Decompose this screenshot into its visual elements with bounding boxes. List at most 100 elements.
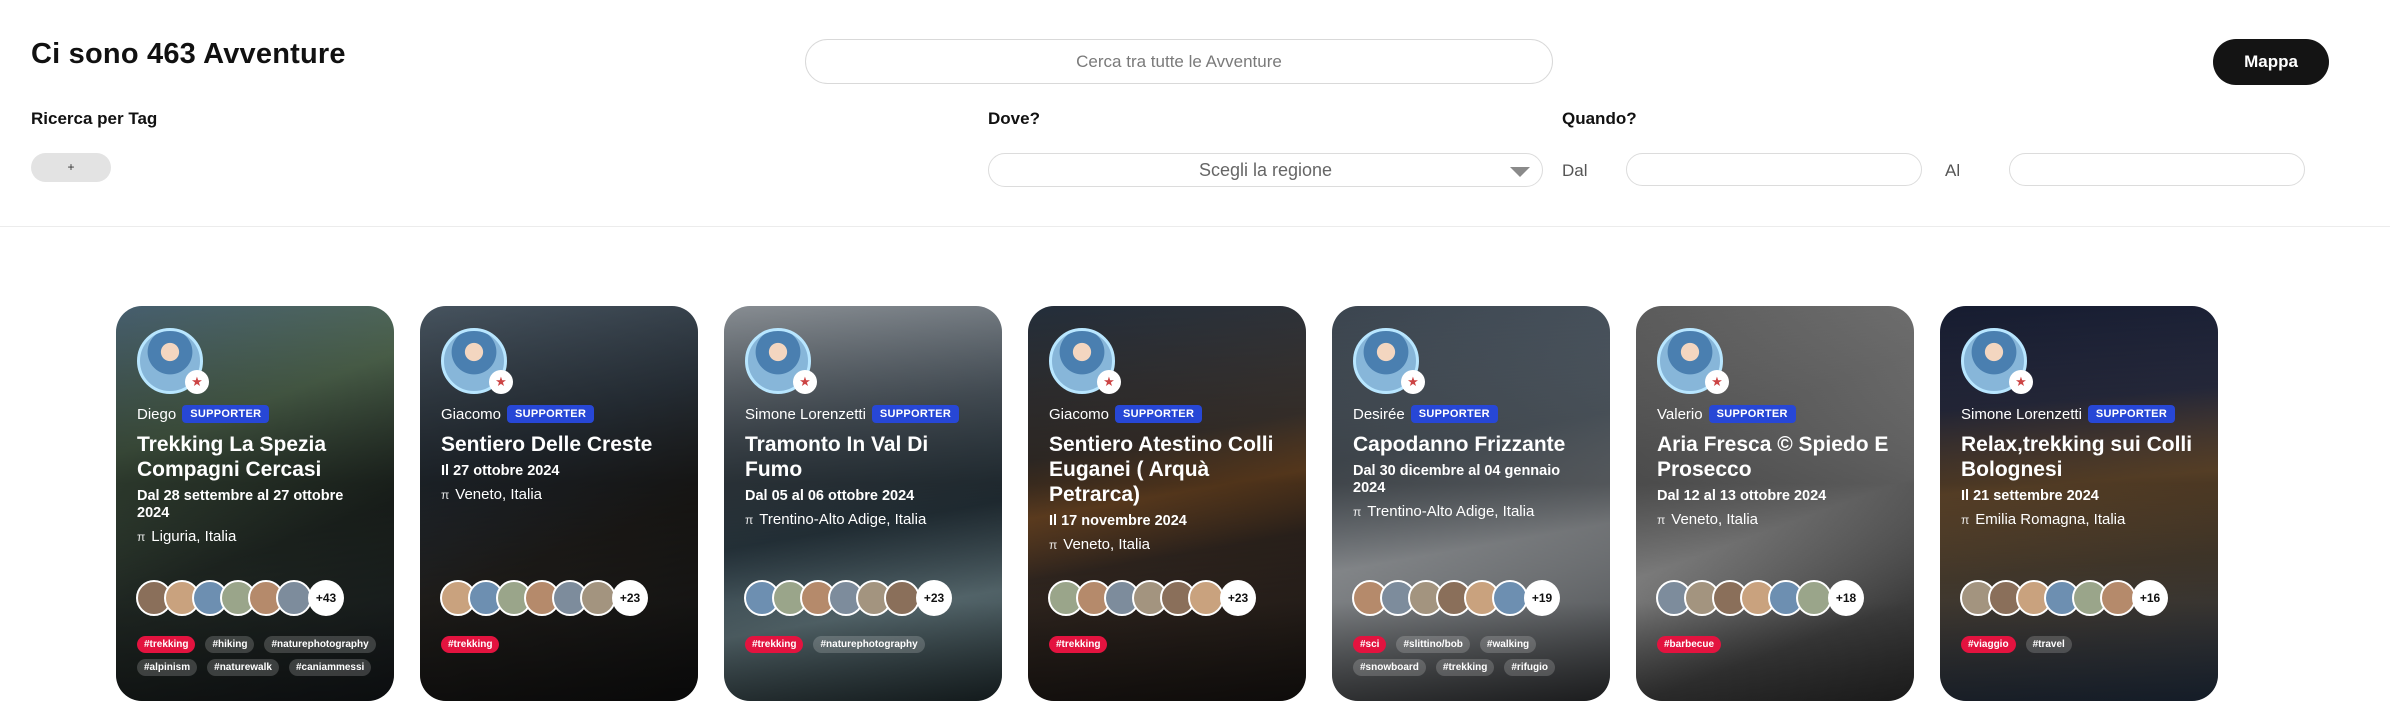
organizer-name[interactable]: Desirée <box>1353 406 1405 423</box>
card-location: π Veneto, Italia <box>1049 536 1289 553</box>
region-select-value: Scegli la regione <box>1198 160 1333 180</box>
location-pin-icon: π <box>441 487 450 502</box>
supporter-badge: SUPPORTER <box>1410 405 1498 423</box>
card-location-text: Trentino-Alto Adige, Italia <box>759 511 927 528</box>
tag-chip[interactable]: #trekking <box>441 636 500 653</box>
location-pin-icon: π <box>745 512 754 527</box>
tag-chip[interactable]: #sci <box>1353 636 1387 653</box>
organizer-row: Diego SUPPORTER <box>137 405 270 423</box>
from-date-input[interactable] <box>1626 153 1922 186</box>
organizer-row: Simone Lorenzetti SUPPORTER <box>1961 405 2176 423</box>
card-date: Il 27 ottobre 2024 <box>441 463 560 479</box>
tag-chip[interactable]: #alpinism <box>137 659 198 676</box>
participants-row[interactable]: +23 <box>1048 580 1256 616</box>
organizer-name[interactable]: Giacomo <box>441 406 501 423</box>
tag-chip[interactable]: #naturewalk <box>207 659 279 676</box>
tag-chip[interactable]: #barbecue <box>1657 636 1722 653</box>
add-tag-button[interactable]: + <box>31 153 111 182</box>
adventure-card[interactable]: ★ Valerio SUPPORTER Aria Fresca © Spiedo E … <box>1636 306 1914 701</box>
card-location-text: Veneto, Italia <box>1671 511 1759 528</box>
more-participants-count[interactable]: +43 <box>308 580 344 616</box>
organizer-name[interactable]: Valerio <box>1657 406 1703 423</box>
tag-chip[interactable]: #hiking <box>205 636 255 653</box>
tag-chip[interactable]: #trekking <box>1049 636 1108 653</box>
participants-row[interactable]: +43 <box>136 580 344 616</box>
map-button[interactable]: Mappa <box>2213 39 2329 85</box>
card-title[interactable]: Capodanno Frizzante <box>1353 432 1593 457</box>
organizer-row: Giacomo SUPPORTER <box>441 405 595 423</box>
to-date-input[interactable] <box>2009 153 2305 186</box>
location-pin-icon: π <box>1353 504 1362 519</box>
adventure-card[interactable]: ★ Giacomo SUPPORTER Sentiero Delle Creste Il… <box>420 306 698 701</box>
organizer-row: Valerio SUPPORTER <box>1657 405 1796 423</box>
card-details: Capodanno Frizzante Dal 30 dicembre al 04… <box>1353 432 1593 520</box>
card-title[interactable]: Sentiero Atestino Colli Euganei ( Arquà … <box>1049 432 1289 507</box>
more-participants-count[interactable]: +23 <box>612 580 648 616</box>
participants-row[interactable]: +18 <box>1656 580 1864 616</box>
participants-row[interactable]: +16 <box>1960 580 2168 616</box>
card-location: π Liguria, Italia <box>137 528 377 545</box>
card-date: Dal 28 settembre al 27 ottobre 2024 <box>137 488 344 521</box>
tag-list: #viaggio #travel <box>1961 636 2201 653</box>
organizer-name[interactable]: Simone Lorenzetti <box>1961 406 2082 423</box>
adventure-card[interactable]: ★ Simone Lorenzetti SUPPORTER Relax,trekkin… <box>1940 306 2218 701</box>
tag-chip[interactable]: #viaggio <box>1961 636 2016 653</box>
tag-list: #trekking <box>441 636 681 653</box>
organizer-name[interactable]: Simone Lorenzetti <box>745 406 866 423</box>
card-title[interactable]: Trekking La Spezia Compagni Cercasi <box>137 432 377 482</box>
organizer-name[interactable]: Giacomo <box>1049 406 1109 423</box>
tag-chip[interactable]: #caniammessi <box>288 659 372 676</box>
region-select[interactable]: Scegli la regione <box>988 153 1543 187</box>
more-participants-count[interactable]: +23 <box>1220 580 1256 616</box>
participant-avatar <box>884 580 920 616</box>
page-title: Ci sono 463 Avventure <box>31 38 346 70</box>
card-title[interactable]: Sentiero Delle Creste <box>441 432 681 457</box>
tag-chip[interactable]: #trekking <box>745 636 804 653</box>
card-location-text: Trentino-Alto Adige, Italia <box>1367 503 1535 520</box>
more-participants-count[interactable]: +16 <box>2132 580 2168 616</box>
participants-row[interactable]: +23 <box>744 580 952 616</box>
location-pin-icon: π <box>1049 537 1058 552</box>
card-location: π Veneto, Italia <box>441 486 681 503</box>
card-location-text: Emilia Romagna, Italia <box>1975 511 2126 528</box>
supporter-badge: SUPPORTER <box>1708 405 1796 423</box>
paw-icon: ★ <box>185 370 209 394</box>
card-title[interactable]: Tramonto In Val Di Fumo <box>745 432 985 482</box>
card-details: Trekking La Spezia Compagni Cercasi Dal 2… <box>137 432 377 545</box>
paw-icon: ★ <box>489 370 513 394</box>
tag-chip[interactable]: #rifugio <box>1504 659 1556 676</box>
adventure-card[interactable]: ★ Desirée SUPPORTER Capodanno Frizzante Dal … <box>1332 306 1610 701</box>
search-input[interactable] <box>805 39 1553 84</box>
participants-row[interactable]: +19 <box>1352 580 1560 616</box>
adventure-card[interactable]: ★ Simone Lorenzetti SUPPORTER Tramonto In V… <box>724 306 1002 701</box>
card-title[interactable]: Aria Fresca © Spiedo E Prosecco <box>1657 432 1897 482</box>
organizer-name[interactable]: Diego <box>137 406 176 423</box>
adventure-card[interactable]: ★ Diego SUPPORTER Trekking La Spezia Compag… <box>116 306 394 701</box>
adventure-card[interactable]: ★ Giacomo SUPPORTER Sentiero Atestino Colli… <box>1028 306 1306 701</box>
tag-chip[interactable]: #snowboard <box>1353 659 1426 676</box>
tag-chip[interactable]: #slittino/bob <box>1396 636 1470 653</box>
more-participants-count[interactable]: +18 <box>1828 580 1864 616</box>
card-details: Tramonto In Val Di Fumo Dal 05 al 06 otto… <box>745 432 985 528</box>
tag-list: #barbecue <box>1657 636 1897 653</box>
tag-list: #trekking #naturephotography <box>745 636 985 653</box>
tag-chip[interactable]: #walking <box>1479 636 1537 653</box>
location-pin-icon: π <box>1961 512 1970 527</box>
tag-chip[interactable]: #travel <box>2025 636 2072 653</box>
card-location-text: Veneto, Italia <box>1063 536 1151 553</box>
to-label: Al <box>1945 161 1961 180</box>
tag-chip[interactable]: #naturephotography <box>264 636 376 653</box>
tag-chip[interactable]: #naturephotography <box>813 636 925 653</box>
card-date: Il 17 novembre 2024 <box>1049 513 1187 529</box>
card-details: Sentiero Atestino Colli Euganei ( Arquà … <box>1049 432 1289 553</box>
card-title[interactable]: Relax,trekking sui Colli Bolognesi <box>1961 432 2201 482</box>
organizer-row: Simone Lorenzetti SUPPORTER <box>745 405 960 423</box>
more-participants-count[interactable]: +23 <box>916 580 952 616</box>
card-date: Il 21 settembre 2024 <box>1961 488 2099 504</box>
when-label: Quando? <box>1562 109 1637 128</box>
participants-row[interactable]: +23 <box>440 580 648 616</box>
tag-chip[interactable]: #trekking <box>137 636 196 653</box>
more-participants-count[interactable]: +19 <box>1524 580 1560 616</box>
paw-icon: ★ <box>1097 370 1121 394</box>
tag-chip[interactable]: #trekking <box>1435 659 1495 676</box>
